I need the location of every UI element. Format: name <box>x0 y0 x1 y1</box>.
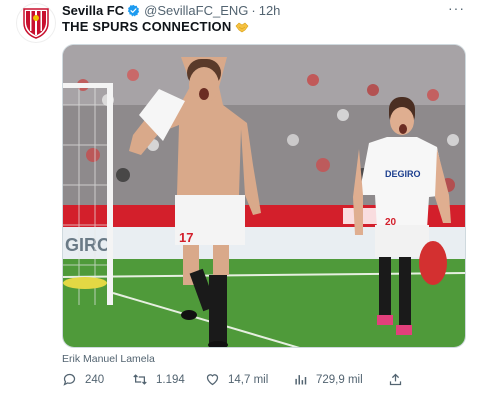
view-count: 729,9 mil <box>316 373 363 386</box>
avatar[interactable] <box>16 3 56 43</box>
separator-dot: · <box>251 2 256 18</box>
handshake-emoji-icon <box>235 21 249 36</box>
timestamp[interactable]: 12h <box>259 3 281 18</box>
heart-icon <box>206 374 219 386</box>
retweet-count: 1.194 <box>156 373 185 386</box>
reply-button[interactable]: 240 <box>62 372 104 387</box>
author-handle[interactable]: @SevillaFC_ENG <box>144 3 248 18</box>
tweet-text-content: THE SPURS CONNECTION <box>62 19 232 34</box>
more-options-icon[interactable]: ··· <box>448 0 465 16</box>
retweet-icon <box>133 374 147 385</box>
views-button[interactable]: 729,9 mil <box>293 372 363 387</box>
views-chart-icon <box>295 375 307 385</box>
like-button[interactable]: 14,7 mil <box>205 372 268 387</box>
share-button[interactable] <box>388 372 411 387</box>
tweet-text: THE SPURS CONNECTION <box>62 19 249 36</box>
jersey-number-left: 17 <box>179 230 193 245</box>
tweet-header: Sevilla FC @SevillaFC_ENG · 12h <box>62 1 280 19</box>
celebration-photo: GIRO 17 DEGIRO 20 <box>63 45 465 347</box>
like-count: 14,7 mil <box>228 373 269 386</box>
jersey-number-right: 20 <box>385 217 397 228</box>
action-bar: 240 1.194 14,7 mil 729,9 mil <box>58 372 408 392</box>
reply-icon <box>63 373 76 386</box>
photo-caption: Erik Manuel Lamela <box>62 353 155 365</box>
sponsor-text: DEGIRO <box>385 169 421 179</box>
sevilla-crest-icon <box>23 8 49 39</box>
tweet-card: Sevilla FC @SevillaFC_ENG · 12h ··· THE … <box>0 0 479 400</box>
verified-badge-icon <box>127 4 140 17</box>
author-name[interactable]: Sevilla FC <box>62 3 124 18</box>
tweet-photo[interactable]: GIRO 17 DEGIRO 20 <box>62 44 466 348</box>
reply-count: 240 <box>85 373 105 386</box>
retweet-button[interactable]: 1.194 <box>132 372 185 387</box>
board-text: GIRO <box>65 235 111 255</box>
share-icon <box>389 373 402 386</box>
